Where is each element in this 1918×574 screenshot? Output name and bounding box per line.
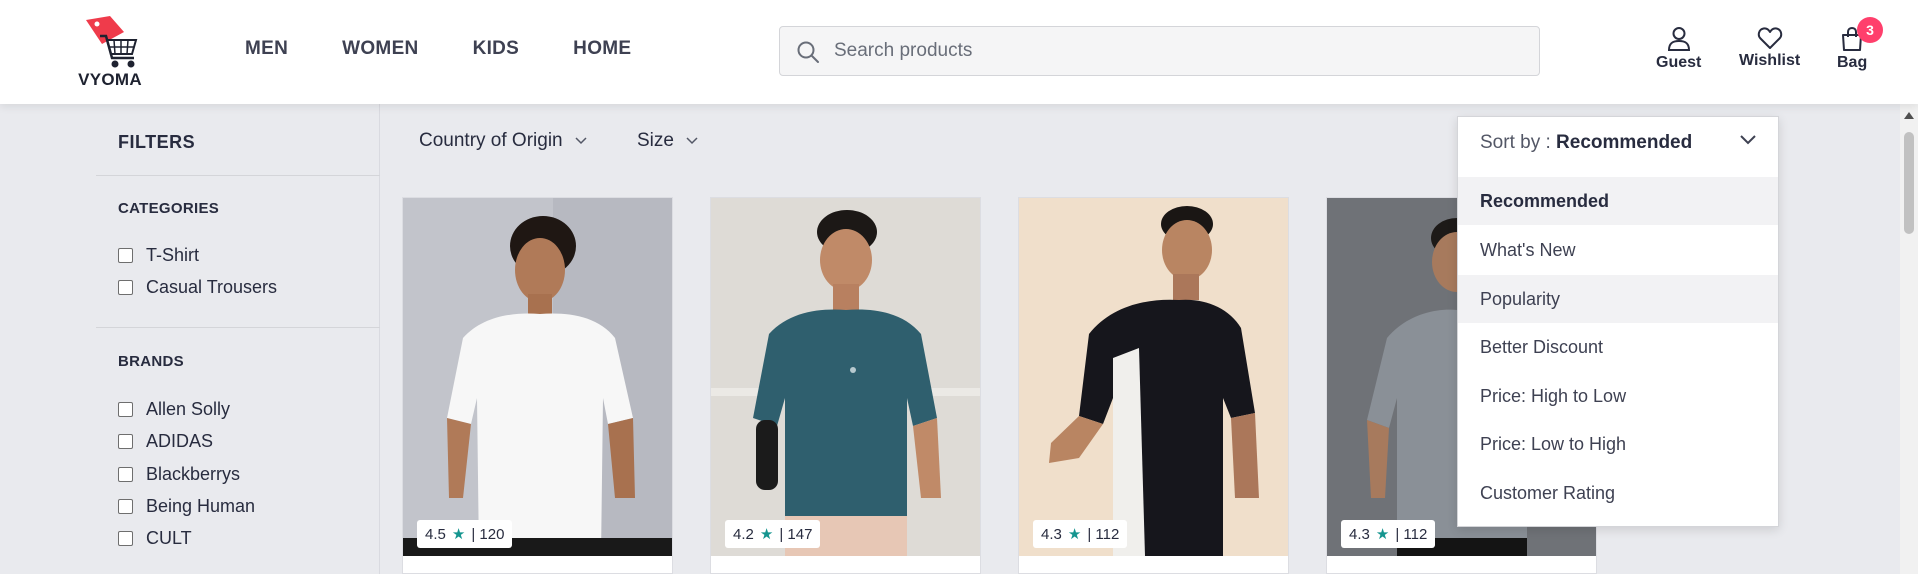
divider (96, 175, 380, 176)
chevron-down-icon (575, 137, 587, 145)
rating-separator: | (779, 525, 788, 543)
star-icon: ★ (1375, 526, 1390, 543)
cart-logo-icon (86, 16, 138, 68)
sort-option-price-high-to-low[interactable]: Price: High to Low (1458, 372, 1778, 420)
heart-icon (1757, 27, 1782, 49)
bag-button[interactable]: Bag 3 (1837, 17, 1883, 72)
sort-toggle[interactable]: Sort by : Recommended (1458, 117, 1778, 167)
profile-button[interactable]: Guest (1656, 26, 1701, 72)
product-image (711, 198, 980, 556)
filters-sidebar: FILTERS CATEGORIES T-Shirt Casual Trouse… (96, 104, 380, 574)
brand-name: VYOMA (78, 70, 142, 89)
category-label: T-Shirt (146, 245, 200, 265)
rating-count: 120 (479, 525, 505, 543)
category-label: Casual Trousers (146, 277, 278, 297)
star-icon: ★ (451, 526, 466, 543)
rating-value: 4.3 (1349, 525, 1370, 543)
product-image (403, 198, 672, 556)
chevron-down-icon (1740, 135, 1756, 145)
sort-option-recommended[interactable]: Recommended (1458, 177, 1778, 225)
wishlist-button[interactable]: Wishlist (1739, 26, 1800, 70)
brand-label: Being Human (146, 496, 256, 516)
nav-item-men[interactable]: MEN (245, 38, 288, 60)
sort-option-popularity[interactable]: Popularity (1458, 275, 1778, 323)
sort-dropdown: Sort by : Recommended Recommended What's… (1457, 116, 1779, 527)
rating-separator: | (471, 525, 480, 543)
country-of-origin-filter[interactable]: Country of Origin (419, 130, 587, 152)
brand-checkbox-allen-solly[interactable]: Allen Solly (118, 399, 230, 420)
brand-checkbox-cult[interactable]: CULT (118, 528, 192, 549)
scroll-up-arrow[interactable] (1904, 112, 1914, 119)
checkbox[interactable] (118, 248, 133, 263)
bag-count-badge: 3 (1857, 17, 1883, 43)
rating-count: 112 (1095, 525, 1120, 543)
search-bar (779, 26, 1540, 76)
product-card[interactable]: 4.3 ★ | 112 (1018, 197, 1289, 574)
category-checkbox-casual-trousers[interactable]: Casual Trousers (118, 277, 277, 298)
sort-option-customer-rating[interactable]: Customer Rating (1458, 469, 1778, 517)
brand-logo[interactable]: VYOMA (74, 14, 146, 89)
sort-option-whats-new[interactable]: What's New (1458, 226, 1778, 274)
nav-item-home[interactable]: HOME (573, 38, 631, 60)
product-image (1019, 198, 1288, 556)
rating-count: 147 (787, 525, 813, 543)
brand-label: Allen Solly (146, 399, 231, 419)
page-scrollbar[interactable] (1900, 104, 1918, 574)
profile-label: Guest (1656, 54, 1702, 71)
rating-value: 4.3 (1041, 525, 1062, 543)
sort-option-price-low-to-high[interactable]: Price: Low to High (1458, 420, 1778, 468)
rating-value: 4.2 (733, 525, 754, 543)
brand-label: CULT (146, 528, 192, 548)
product-card[interactable]: 4.2 ★ | 147 (710, 197, 981, 574)
category-checkbox-tshirt[interactable]: T-Shirt (118, 245, 199, 266)
search-input[interactable] (834, 27, 1524, 75)
rating-separator: | (1087, 525, 1096, 543)
filter-label: Country of Origin (419, 130, 563, 151)
checkbox[interactable] (118, 467, 133, 482)
sort-label: Sort by : Recommended (1480, 132, 1692, 154)
nav-item-kids[interactable]: KIDS (473, 38, 520, 60)
filters-title: FILTERS (118, 132, 196, 152)
star-icon: ★ (1067, 526, 1082, 543)
rating-value: 4.5 (425, 525, 446, 543)
search-icon (797, 41, 819, 63)
sort-option-better-discount[interactable]: Better Discount (1458, 323, 1778, 371)
checkbox[interactable] (118, 499, 133, 514)
star-icon: ★ (759, 526, 774, 543)
rating-badge: 4.2 ★ | 147 (725, 520, 821, 548)
filter-label: Size (637, 130, 674, 151)
chevron-down-icon (686, 137, 698, 145)
brand-label: ADIDAS (146, 431, 214, 451)
bag-label: Bag (1837, 54, 1868, 71)
site-header: VYOMA MEN WOMEN KIDS HOME Guest Wishlist… (0, 0, 1918, 104)
rating-count: 112 (1403, 525, 1428, 543)
divider (96, 327, 380, 328)
user-icon (1667, 27, 1690, 51)
nav-item-women[interactable]: WOMEN (342, 38, 418, 60)
rating-separator: | (1395, 525, 1404, 543)
size-filter[interactable]: Size (637, 130, 698, 152)
sort-prefix: Sort by : (1480, 132, 1557, 153)
checkbox[interactable] (118, 280, 133, 295)
sort-selected-value: Recommended (1556, 132, 1693, 153)
scrollbar-thumb[interactable] (1904, 132, 1914, 234)
wishlist-label: Wishlist (1739, 52, 1801, 69)
checkbox[interactable] (118, 434, 133, 449)
rating-badge: 4.3 ★ | 112 (1033, 520, 1128, 548)
brands-title: BRANDS (118, 353, 184, 370)
brand-checkbox-adidas[interactable]: ADIDAS (118, 431, 213, 452)
brand-label: Blackberrys (146, 464, 241, 484)
brand-checkbox-blackberrys[interactable]: Blackberrys (118, 464, 240, 485)
categories-title: CATEGORIES (118, 200, 220, 217)
rating-badge: 4.3 ★ | 112 (1341, 520, 1436, 548)
rating-badge: 4.5 ★ | 120 (417, 520, 513, 548)
product-card[interactable]: 4.5 ★ | 120 (402, 197, 673, 574)
checkbox[interactable] (118, 402, 133, 417)
checkbox[interactable] (118, 531, 133, 546)
brand-checkbox-being-human[interactable]: Being Human (118, 496, 255, 517)
main-nav: MEN WOMEN KIDS HOME (245, 38, 685, 60)
